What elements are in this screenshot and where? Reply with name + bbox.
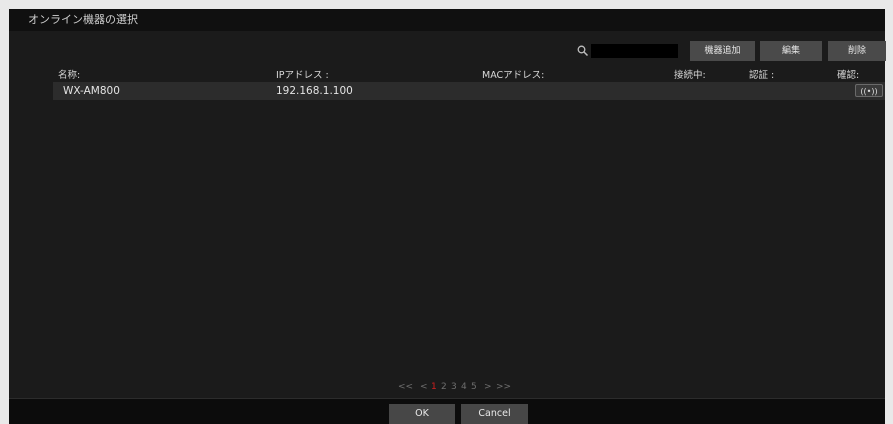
search-input[interactable] — [591, 44, 678, 58]
edit-button[interactable]: 編集 — [760, 41, 822, 61]
device-name: WX-AM800 — [63, 85, 120, 97]
add-device-button[interactable]: 機器追加 — [690, 41, 755, 61]
table-header: 名称: IPアドレス : MACアドレス: 接続中: 認証 : 確認: — [9, 67, 885, 81]
pager-page-4[interactable]: 4 — [461, 379, 467, 395]
toolbar: 機器追加 編集 削除 — [9, 41, 886, 61]
search-icon — [577, 45, 589, 57]
header-ip: IPアドレス : — [276, 70, 329, 81]
pager-page-2[interactable]: 2 — [441, 379, 447, 395]
pager-last[interactable]: >> — [496, 379, 511, 395]
pager-first[interactable]: << — [398, 379, 413, 395]
table-row[interactable]: WX-AM800 192.168.1.100 ((•)) — [53, 82, 885, 100]
pager-page-3[interactable]: 3 — [451, 379, 457, 395]
delete-button[interactable]: 削除 — [828, 41, 886, 61]
device-select-dialog: オンライン機器の選択 機器追加 編集 削除 名称: IPアドレス : MACアド… — [9, 9, 886, 424]
dialog-title: オンライン機器の選択 — [28, 13, 138, 26]
header-auth: 認証 : — [749, 70, 775, 81]
header-mac: MACアドレス: — [482, 70, 545, 81]
header-name: 名称: — [58, 70, 81, 81]
title-bar: オンライン機器の選択 — [9, 9, 885, 31]
pager-next[interactable]: > — [484, 379, 492, 395]
cancel-button[interactable]: Cancel — [461, 404, 528, 424]
pager-prev[interactable]: < — [420, 379, 428, 395]
header-connected: 接続中: — [674, 70, 706, 81]
device-ip: 192.168.1.100 — [276, 85, 353, 97]
pager-page-1[interactable]: 1 — [431, 379, 437, 395]
dialog-footer: OK Cancel — [9, 398, 885, 424]
confirm-ping-button[interactable]: ((•)) — [855, 84, 883, 97]
ok-button[interactable]: OK — [389, 404, 455, 424]
header-confirm: 確認: — [837, 70, 860, 81]
pager-page-5[interactable]: 5 — [471, 379, 477, 395]
pagination: << < 1 2 3 4 5 > >> — [389, 379, 579, 395]
